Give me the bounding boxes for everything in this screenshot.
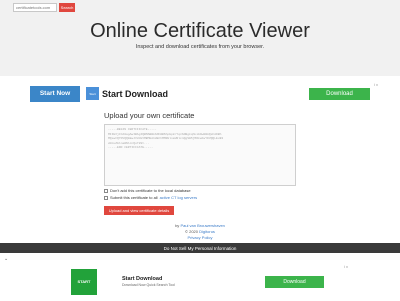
- page-title: Online Certificate Viewer: [90, 20, 310, 42]
- upload-heading: Upload your own certificate: [104, 111, 195, 120]
- privacy-policy-link[interactable]: Privacy Policy: [188, 235, 213, 240]
- page-subtitle: Inspect and download certificates from y…: [135, 44, 265, 50]
- ct-submit-checkbox-label: Submit this certificate to all: [110, 195, 158, 200]
- footer-by: by: [175, 223, 180, 228]
- ad-start-icon: START: [71, 268, 97, 295]
- ct-log-servers-link[interactable]: active CT log servers: [160, 195, 198, 200]
- footer-copyright: © 2020 Digitorus: [0, 229, 400, 234]
- ad-choices-icon[interactable]: i x: [344, 264, 348, 269]
- ct-submit-checkbox[interactable]: [104, 195, 108, 200]
- top-ad-banner[interactable]: i x Start Now Start Start Download Downl…: [30, 82, 378, 102]
- ad-subtitle: Download Now Quick Search Tool: [122, 283, 175, 287]
- search-button[interactable]: Search: [59, 3, 75, 12]
- ad-title: Start Download: [102, 88, 169, 99]
- ad-choices-icon[interactable]: i x: [374, 82, 378, 87]
- ad-download-button[interactable]: Download: [265, 275, 324, 288]
- ct-submit-checkbox-row[interactable]: Submit this certificate to all active CT…: [104, 195, 197, 200]
- footer-privacy: Privacy Policy: [0, 235, 400, 240]
- upload-submit-button[interactable]: Upload and view certificate details: [104, 206, 174, 215]
- footer-author: by Paul van Brouwershaven: [0, 223, 400, 228]
- author-link[interactable]: Paul van Brouwershaven: [180, 223, 224, 228]
- digitorus-link[interactable]: Digitorus: [199, 229, 215, 234]
- start-now-button[interactable]: Start Now: [30, 85, 80, 102]
- do-not-sell-bar[interactable]: Do Not Sell My Personal Information: [0, 243, 400, 253]
- no-db-checkbox[interactable]: [104, 188, 108, 193]
- bottom-ad-banner[interactable]: i x START Start Download Download Now Qu…: [58, 264, 348, 299]
- copyright-text: © 2020: [185, 229, 199, 234]
- ad-text: Start Download Download Now Quick Search…: [122, 276, 175, 287]
- chevron-down-icon[interactable]: ⌄: [4, 256, 8, 262]
- search-input[interactable]: [13, 3, 57, 12]
- certificate-textarea[interactable]: -----BEGIN CERTIFICATE----- MIIEXjCCA0ag…: [104, 124, 296, 186]
- no-db-checkbox-label: Don't add this certificate to the local …: [110, 188, 191, 193]
- ad-download-button[interactable]: Download: [309, 87, 370, 100]
- top-search: Search: [13, 3, 75, 12]
- ad-title: Start Download: [122, 276, 163, 282]
- no-db-checkbox-row[interactable]: Don't add this certificate to the local …: [104, 188, 191, 193]
- ad-app-icon: Start: [86, 87, 99, 100]
- header: Search Online Certificate Viewer Inspect…: [0, 0, 400, 76]
